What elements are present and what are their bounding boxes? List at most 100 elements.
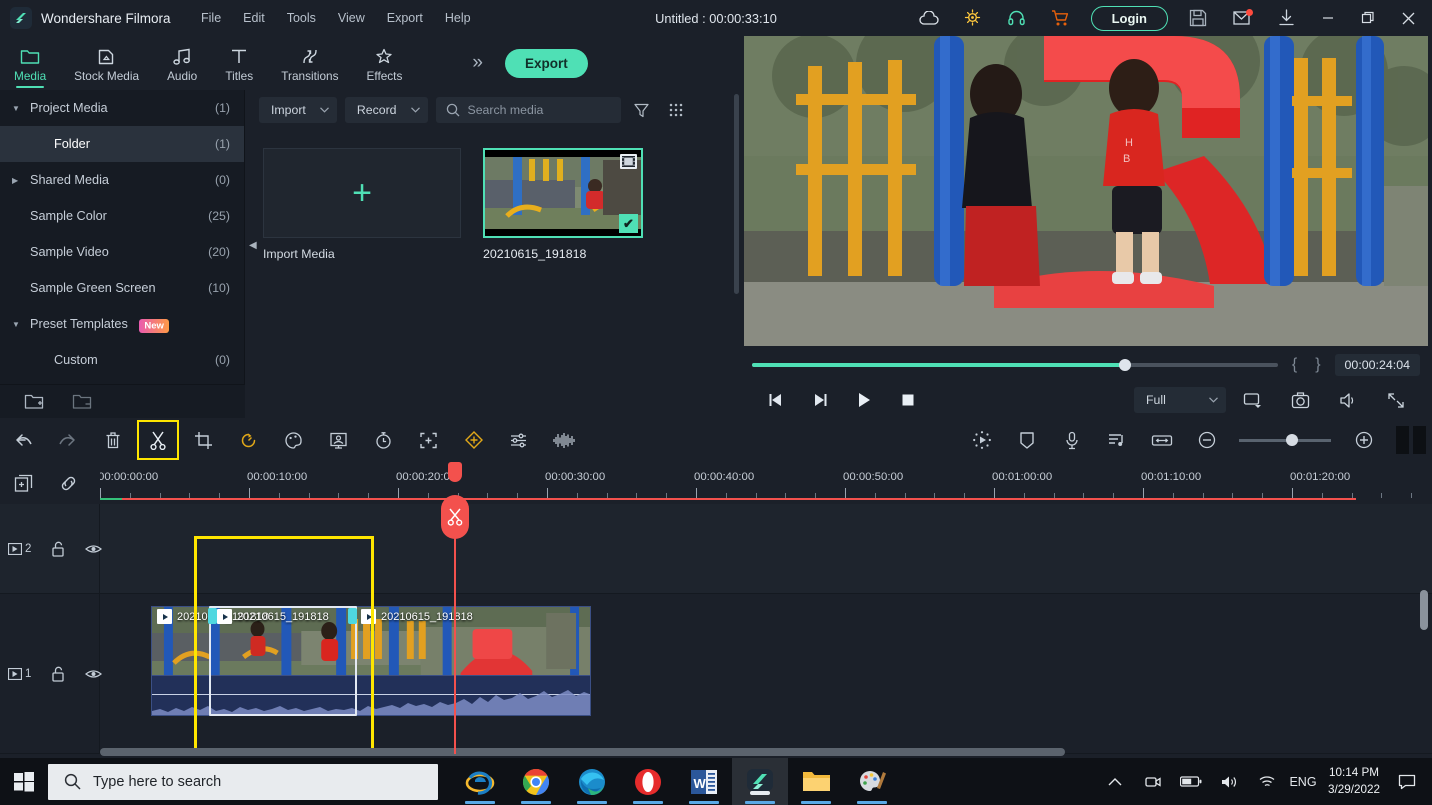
- lightbulb-icon[interactable]: [951, 0, 995, 36]
- microsoft-word-icon[interactable]: W: [676, 758, 732, 805]
- sidebar-item-sample-video[interactable]: Sample Video (20): [0, 234, 244, 270]
- undo-icon[interactable]: [0, 418, 45, 462]
- sidebar-item-shared-media[interactable]: ▶ Shared Media (0): [0, 162, 244, 198]
- media-item-cell[interactable]: ✔ 20210615_191818: [483, 148, 643, 261]
- preview-video-frame[interactable]: H B: [744, 36, 1428, 346]
- import-media-tile[interactable]: +: [263, 148, 461, 238]
- scissors-playhead-icon[interactable]: [441, 495, 469, 539]
- sidebar-item-sample-color[interactable]: Sample Color (25): [0, 198, 244, 234]
- headset-icon[interactable]: [995, 0, 1039, 36]
- internet-explorer-icon[interactable]: [452, 758, 508, 805]
- microsoft-edge-icon[interactable]: [564, 758, 620, 805]
- sidebar-item-custom[interactable]: Custom (0): [0, 342, 244, 378]
- green-screen-icon[interactable]: [316, 418, 361, 462]
- sidebar-item-project-media[interactable]: ▼ Project Media (1): [0, 90, 244, 126]
- tab-stock-media[interactable]: Stock Media: [60, 36, 153, 90]
- notification-icon[interactable]: [1388, 758, 1426, 805]
- opera-icon[interactable]: [620, 758, 676, 805]
- restore-icon[interactable]: [1348, 0, 1388, 36]
- save-icon[interactable]: [1176, 0, 1220, 36]
- volume-icon[interactable]: [1326, 382, 1370, 418]
- tab-transitions[interactable]: Transitions: [267, 36, 352, 90]
- cart-icon[interactable]: [1039, 0, 1083, 36]
- paint-3d-icon[interactable]: [844, 758, 900, 805]
- preview-scrubber[interactable]: [752, 359, 1278, 371]
- marker-shield-icon[interactable]: [1004, 418, 1049, 462]
- mail-icon[interactable]: [1220, 0, 1264, 36]
- timeline-track-2[interactable]: 2: [0, 504, 1432, 594]
- delete-icon[interactable]: [90, 418, 135, 462]
- timeline-zoom-handle[interactable]: [1286, 434, 1299, 446]
- eye-visible-icon[interactable]: [85, 668, 103, 680]
- keyframe-diamond-icon[interactable]: [451, 418, 496, 462]
- minimize-icon[interactable]: [1308, 0, 1348, 36]
- crop-to-fit-icon[interactable]: [406, 418, 451, 462]
- media-panel-scrollbar[interactable]: [734, 94, 739, 294]
- taskbar-search-box[interactable]: Type here to search: [48, 763, 438, 800]
- google-chrome-icon[interactable]: [508, 758, 564, 805]
- zoom-in-icon[interactable]: [1341, 418, 1386, 462]
- battery-icon[interactable]: [1172, 758, 1210, 805]
- split-scissors-icon[interactable]: [137, 420, 179, 460]
- trim-handle-left[interactable]: [208, 608, 217, 624]
- timeline-ruler[interactable]: 00:00:00:00 00:00:10:00 00:00:20:00 00:0…: [100, 462, 1432, 504]
- language-indicator[interactable]: ENG: [1286, 758, 1320, 805]
- menu-file[interactable]: File: [190, 6, 232, 30]
- menu-view[interactable]: View: [327, 6, 376, 30]
- menu-tools[interactable]: Tools: [276, 6, 327, 30]
- timeline-zoom-slider[interactable]: [1239, 434, 1331, 446]
- link-chain-icon[interactable]: [59, 474, 78, 493]
- crop-icon[interactable]: [181, 418, 226, 462]
- mark-in-icon[interactable]: {: [1288, 356, 1301, 374]
- sidebar-item-folder[interactable]: Folder (1): [0, 126, 244, 162]
- fullscreen-icon[interactable]: [1374, 382, 1418, 418]
- timeline-horizontal-scrollbar[interactable]: [100, 748, 1065, 756]
- playhead-handle[interactable]: [448, 462, 462, 482]
- play-icon[interactable]: [842, 382, 886, 418]
- search-media-field[interactable]: Search media: [435, 97, 621, 123]
- tab-titles[interactable]: Titles: [211, 36, 267, 90]
- auto-beat-icon[interactable]: [1094, 418, 1139, 462]
- more-tabs-button[interactable]: »: [472, 52, 483, 74]
- trim-handle-right[interactable]: [348, 608, 357, 624]
- eye-visible-icon[interactable]: [85, 543, 103, 555]
- download-icon[interactable]: [1264, 0, 1308, 36]
- snapshot-icon[interactable]: [1278, 382, 1322, 418]
- wifi-icon[interactable]: [1248, 758, 1286, 805]
- zoom-out-icon[interactable]: [1184, 418, 1229, 462]
- login-button[interactable]: Login: [1090, 5, 1168, 31]
- camera-icon[interactable]: [1134, 758, 1172, 805]
- tab-audio[interactable]: Audio: [153, 36, 211, 90]
- grid-view-icon[interactable]: [663, 97, 689, 123]
- menu-edit[interactable]: Edit: [232, 6, 276, 30]
- media-thumbnail[interactable]: ✔: [483, 148, 643, 238]
- preview-scrubber-handle[interactable]: [1119, 359, 1132, 371]
- import-dropdown[interactable]: Import: [259, 97, 337, 123]
- import-media-cell[interactable]: + Import Media: [263, 148, 461, 261]
- audio-waveform-icon[interactable]: [541, 418, 586, 462]
- add-media-icon[interactable]: [14, 474, 33, 493]
- screen-capture-icon[interactable]: [1230, 382, 1274, 418]
- preview-quality-dropdown[interactable]: Full: [1134, 387, 1226, 413]
- timeline-vertical-scrollbar[interactable]: [1420, 590, 1428, 630]
- volume-icon[interactable]: [1210, 758, 1248, 805]
- close-icon[interactable]: [1388, 0, 1428, 36]
- audio-mixer-icon[interactable]: [496, 418, 541, 462]
- cloud-icon[interactable]: [907, 0, 951, 36]
- record-dropdown[interactable]: Record: [344, 97, 428, 123]
- tab-effects[interactable]: Effects: [353, 36, 417, 90]
- taskbar-clock[interactable]: 10:14 PM 3/29/2022: [1320, 765, 1388, 799]
- next-frame-icon[interactable]: [798, 382, 842, 418]
- windows-start-icon[interactable]: [0, 758, 48, 805]
- menu-export[interactable]: Export: [376, 6, 434, 30]
- sidebar-item-sample-green-screen[interactable]: Sample Green Screen (10): [0, 270, 244, 306]
- redo-icon[interactable]: [45, 418, 90, 462]
- speed-icon[interactable]: [226, 418, 271, 462]
- menu-help[interactable]: Help: [434, 6, 482, 30]
- timeline-track-1[interactable]: 1 20210615_191818 20210615_191818: [0, 536, 1432, 754]
- unlock-icon[interactable]: [51, 541, 65, 557]
- filter-icon[interactable]: [629, 97, 655, 123]
- chevron-up-icon[interactable]: [1096, 758, 1134, 805]
- prev-frame-icon[interactable]: [754, 382, 798, 418]
- collapse-panel-arrow-icon[interactable]: ◀: [249, 240, 257, 251]
